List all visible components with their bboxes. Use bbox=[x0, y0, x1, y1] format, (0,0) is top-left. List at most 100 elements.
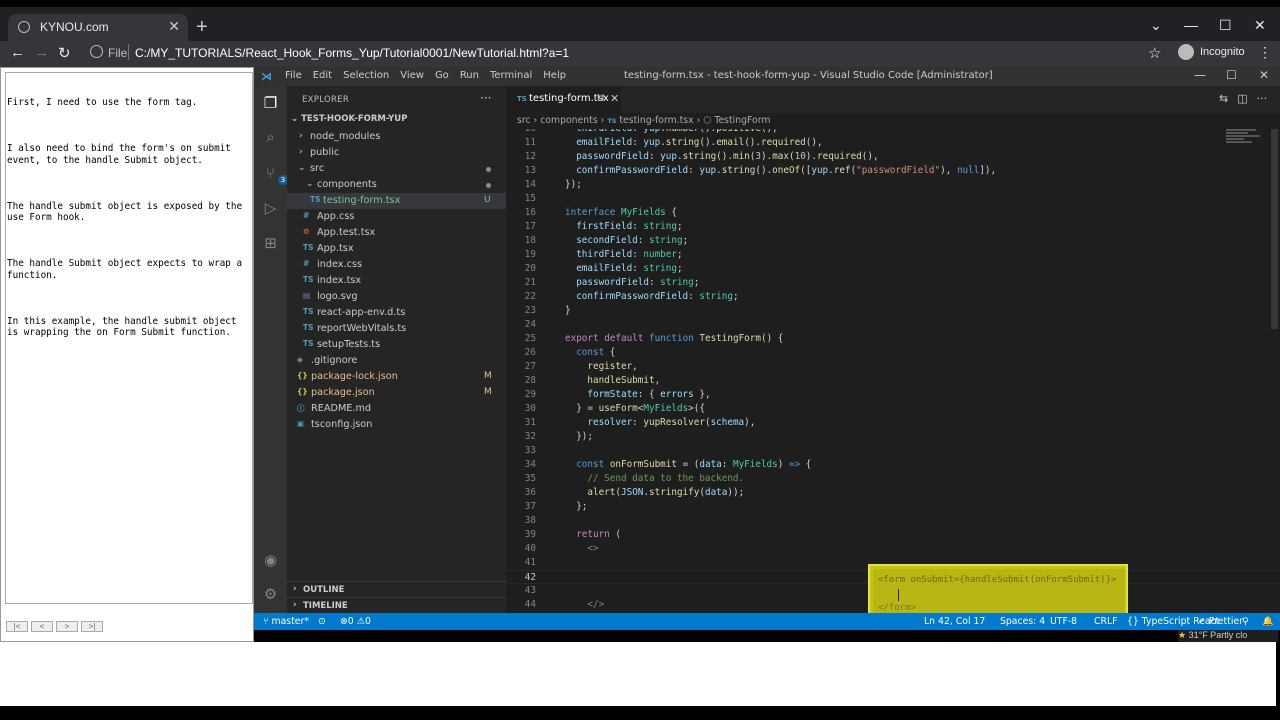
forward-arrow-icon[interactable]: → bbox=[34, 44, 49, 61]
code-line: 11 emailField: yup.string().email().requ… bbox=[506, 136, 1280, 150]
menu-view[interactable]: View bbox=[400, 70, 424, 81]
code-editor[interactable]: 10 thirdField: yup.number().positive(), … bbox=[506, 129, 1280, 613]
taskbar-weather[interactable]: ★ 31°F Partly clo bbox=[1178, 630, 1278, 642]
encoding[interactable]: UTF-8 bbox=[1050, 616, 1077, 627]
tree-item-readme[interactable]: ⓘ README.md bbox=[287, 401, 506, 417]
account-icon[interactable]: ◉ bbox=[262, 552, 279, 569]
incognito-profile[interactable]: Incognito bbox=[1178, 44, 1245, 60]
code-line: 17 firstField: string; bbox=[506, 220, 1280, 234]
breadcrumb-item[interactable]: TestingForm bbox=[714, 115, 770, 126]
tree-item-tsconfig[interactable]: ▣ tsconfig.json bbox=[287, 417, 506, 433]
back-arrow-icon[interactable]: ← bbox=[10, 44, 25, 61]
explorer-icon[interactable]: ❐ bbox=[262, 95, 279, 112]
more-actions-icon[interactable]: ··· bbox=[480, 91, 491, 105]
line-number: 17 bbox=[524, 221, 536, 232]
more-actions-icon[interactable]: ··· bbox=[1257, 92, 1268, 105]
tree-item-report-web-vitals[interactable]: TS reportWebVitals.ts bbox=[287, 321, 506, 337]
tree-item-gitignore[interactable]: ◆ .gitignore bbox=[287, 353, 506, 369]
code-text: interface MyFields { bbox=[565, 207, 677, 218]
compare-changes-icon[interactable]: ⇆ bbox=[1219, 92, 1228, 105]
tree-item-components[interactable]: ⌄ components bbox=[287, 177, 506, 193]
tree-item-index-tsx[interactable]: TS index.tsx bbox=[287, 273, 506, 289]
menu-terminal[interactable]: Terminal bbox=[490, 70, 532, 81]
tree-item-testing-form[interactable]: TS testing-form.tsx U bbox=[287, 193, 506, 209]
menu-edit[interactable]: Edit bbox=[313, 70, 332, 81]
code-line: 31 resolver: yupResolver(schema), bbox=[506, 416, 1280, 430]
maximize-window-button[interactable]: ☐ bbox=[1219, 17, 1232, 34]
vscode-maximize-button[interactable]: ☐ bbox=[1226, 68, 1237, 82]
editor-tab-testing-form[interactable]: TS testing-form.tsx U ✕ bbox=[506, 86, 621, 113]
globe-icon bbox=[18, 21, 30, 33]
breadcrumb-item[interactable]: src bbox=[517, 115, 531, 126]
code-line: 16 interface MyFields { bbox=[506, 206, 1280, 220]
breadcrumb-item[interactable]: components bbox=[540, 115, 597, 126]
tree-item-package-json[interactable]: {} package.json M bbox=[287, 385, 506, 401]
outline-section[interactable]: › OUTLINE bbox=[287, 581, 506, 597]
menu-go[interactable]: Go bbox=[435, 70, 449, 81]
prettier-status[interactable]: ✓ Prettier bbox=[1198, 616, 1243, 627]
tree-item-src[interactable]: ⌄ src bbox=[287, 161, 506, 177]
tree-item-logo-svg[interactable]: ▤ logo.svg bbox=[287, 289, 506, 305]
previous-step-button[interactable]: < bbox=[31, 621, 53, 632]
close-tab-icon[interactable]: ✕ bbox=[610, 92, 619, 105]
notifications-bell-icon[interactable]: 🔔 bbox=[1262, 616, 1274, 627]
first-step-button[interactable]: |< bbox=[6, 621, 28, 632]
tree-item-label: App.tsx bbox=[317, 243, 354, 254]
tree-item-node-modules[interactable]: › node_modules bbox=[287, 129, 506, 145]
tree-item-react-app-env[interactable]: TS react-app-env.d.ts bbox=[287, 305, 506, 321]
indentation[interactable]: Spaces: 4 bbox=[1000, 616, 1045, 627]
project-root[interactable]: ⌄ TEST-HOOK-FORM-YUP bbox=[291, 114, 407, 124]
feedback-icon[interactable]: ⚲ bbox=[1242, 616, 1249, 627]
close-tab-icon[interactable]: ✕ bbox=[168, 18, 180, 35]
menu-file[interactable]: File bbox=[285, 70, 302, 81]
reload-icon[interactable]: ↻ bbox=[58, 44, 71, 62]
braces-icon: {} bbox=[1127, 616, 1142, 627]
tree-item-setup-tests[interactable]: TS setupTests.ts bbox=[287, 337, 506, 353]
tree-item-app-test[interactable]: ⚙ App.test.tsx bbox=[287, 225, 506, 241]
search-icon[interactable]: ⌕ bbox=[262, 129, 279, 146]
extensions-icon[interactable]: ⊞ bbox=[262, 235, 279, 252]
menu-selection[interactable]: Selection bbox=[343, 70, 389, 81]
tree-item-index-css[interactable]: # index.css bbox=[287, 257, 506, 273]
info-icon[interactable] bbox=[90, 45, 103, 58]
close-window-button[interactable]: ✕ bbox=[1254, 17, 1266, 34]
sync-icon[interactable]: ⊙ bbox=[318, 616, 326, 627]
tree-item-app-tsx[interactable]: TS App.tsx bbox=[287, 241, 506, 257]
menu-help[interactable]: Help bbox=[543, 70, 566, 81]
vscode-close-button[interactable]: ✕ bbox=[1259, 68, 1269, 82]
url-text[interactable]: C:/MY_TUTORIALS/React_Hook_Forms_Yup/Tut… bbox=[135, 46, 569, 60]
last-step-button[interactable]: >| bbox=[81, 621, 103, 632]
browser-menu-icon[interactable]: ⋮ bbox=[1258, 44, 1272, 61]
next-step-button[interactable]: > bbox=[56, 621, 78, 632]
minimize-window-button[interactable]: — bbox=[1184, 17, 1198, 33]
tree-item-app-css[interactable]: # App.css bbox=[287, 209, 506, 225]
incognito-icon bbox=[1178, 44, 1194, 60]
typescript-file-icon: TS bbox=[303, 307, 314, 316]
source-control-icon[interactable]: ⑂ 3 bbox=[262, 165, 288, 185]
branch-status[interactable]: ⑂ master* bbox=[263, 616, 309, 627]
editor-scrollbar[interactable] bbox=[1271, 129, 1278, 329]
code-text: firstField: string; bbox=[576, 221, 683, 232]
tree-item-package-lock[interactable]: {} package-lock.json M bbox=[287, 369, 506, 385]
settings-gear-icon[interactable]: ⚙ bbox=[262, 586, 279, 603]
screen-top-edge bbox=[0, 0, 1280, 7]
line-number: 13 bbox=[524, 165, 536, 176]
new-tab-button[interactable]: + bbox=[196, 16, 208, 39]
json-file-icon: {} bbox=[297, 387, 308, 396]
tab-search-icon[interactable]: ⌄ bbox=[1150, 17, 1162, 34]
problems-status[interactable]: ⊗0 ⚠0 bbox=[340, 616, 371, 627]
vscode-minimize-button[interactable]: — bbox=[1194, 68, 1206, 82]
run-debug-icon[interactable]: ▷ bbox=[262, 200, 279, 217]
address-bar[interactable]: File C:/MY_TUTORIALS/React_Hook_Forms_Yu… bbox=[80, 41, 1172, 65]
split-editor-icon[interactable]: ◫ bbox=[1237, 92, 1247, 105]
cursor-position[interactable]: Ln 42, Col 17 bbox=[924, 616, 985, 627]
menu-run[interactable]: Run bbox=[460, 70, 479, 81]
timeline-section[interactable]: › TIMELINE bbox=[287, 597, 506, 613]
code-line: 10 thirdField: yup.number().positive(), bbox=[506, 129, 1280, 136]
line-ending[interactable]: CRLF bbox=[1094, 616, 1117, 627]
bookmark-star-icon[interactable]: ☆ bbox=[1148, 44, 1161, 62]
browser-tab[interactable]: KYNOU.com ✕ bbox=[8, 14, 188, 41]
tree-item-public[interactable]: › public bbox=[287, 145, 506, 161]
minimap[interactable] bbox=[1226, 129, 1266, 159]
breadcrumb-item[interactable]: testing-form.tsx bbox=[619, 115, 693, 126]
